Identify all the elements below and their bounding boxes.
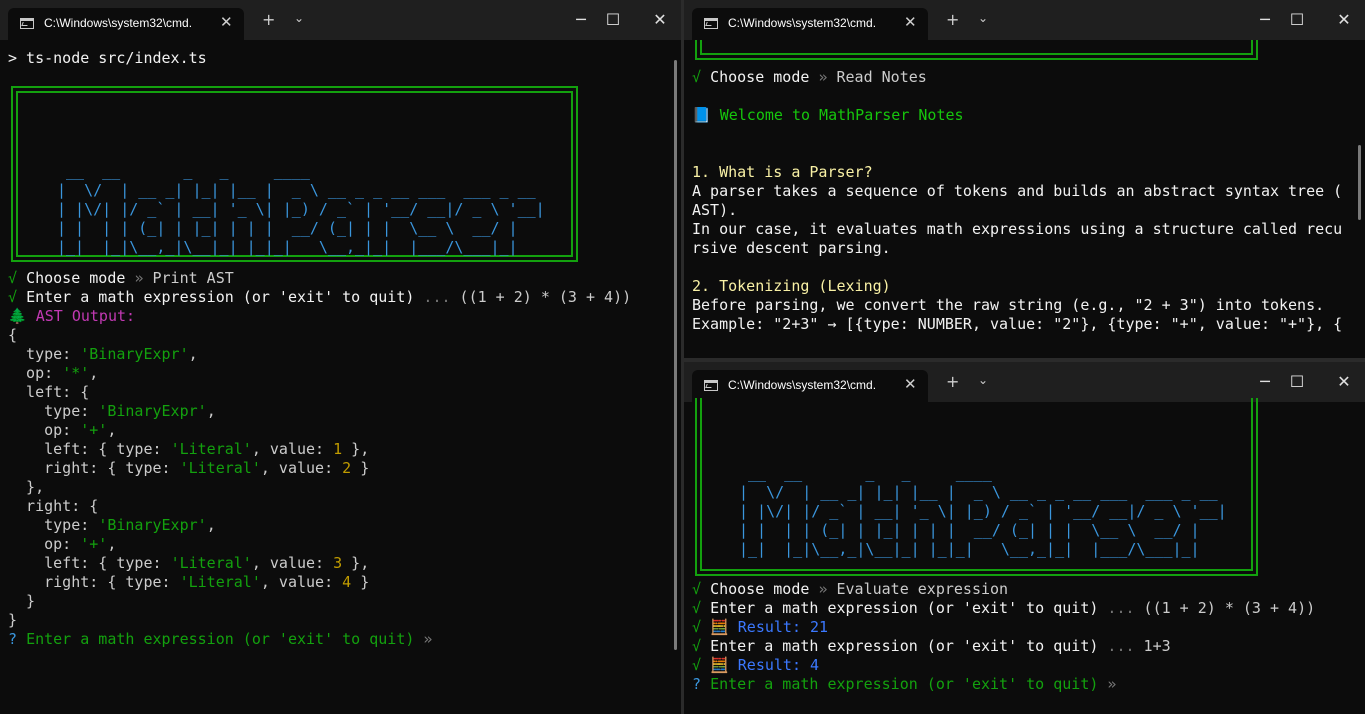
close-tab-icon[interactable]: ✕ — [904, 13, 917, 31]
tab-cmd[interactable]: C:\Windows\system32\cmd.e: ✕ — [692, 8, 928, 40]
tab-title: C:\Windows\system32\cmd.e: — [728, 378, 876, 392]
result-label: Result: — [737, 618, 801, 636]
new-tab-button[interactable]: + — [946, 372, 959, 391]
notes-text: Example: "2+3" → [{type: NUMBER, value: … — [692, 315, 1343, 333]
enter-expression-label: Enter a math expression (or 'exit' to qu… — [710, 599, 1099, 617]
abacus-icon: 🧮 — [710, 656, 729, 674]
maximize-button[interactable]: ☐ — [1282, 8, 1312, 32]
check-icon: √ — [692, 656, 702, 674]
ast-output-label: AST Output: — [35, 307, 136, 325]
result-label: Result: — [737, 656, 801, 674]
ellipsis: ... — [1107, 637, 1135, 655]
terminal-content[interactable]: > ts-node src/index.ts __ __ _ _ ____ | … — [0, 40, 681, 714]
welcome-heading: Welcome to MathParser Notes — [719, 106, 964, 124]
result-value: 4 — [810, 656, 820, 674]
minimize-button[interactable]: ─ — [566, 8, 596, 32]
new-tab-button[interactable]: + — [262, 10, 275, 29]
notes-text: In our case, it evaluates math expressio… — [692, 220, 1343, 238]
dropdown-button[interactable]: ⌄ — [978, 373, 988, 387]
cmd-icon — [704, 380, 718, 391]
terminal-content[interactable]: √ Choose mode » Read Notes 📘 Welcome to … — [684, 40, 1365, 358]
check-icon: √ — [692, 618, 702, 636]
separator: » — [818, 68, 828, 86]
question-icon: ? — [692, 675, 702, 693]
maximize-button[interactable]: ☐ — [1282, 370, 1312, 394]
terminal-content[interactable]: __ __ _ _ ____ | \/ | __ _| |_| |__ | _ … — [684, 398, 1365, 714]
close-tab-icon[interactable]: ✕ — [904, 375, 917, 393]
expression-value: ((1 + 2) * (3 + 4)) — [1143, 599, 1316, 617]
ellipsis: ... — [1107, 599, 1135, 617]
choose-mode-label: Choose mode — [710, 580, 810, 598]
title-bar: C:\Windows\system32\cmd.e: ✕ + ⌄ ─ ☐ ✕ — [0, 0, 681, 40]
check-icon: √ — [8, 288, 18, 306]
expression-value: 1+3 — [1143, 637, 1171, 655]
banner-ascii-art: __ __ _ _ ____ | \/ | __ _| |_| |__ | _ … — [57, 162, 554, 256]
tab-title: C:\Windows\system32\cmd.e: — [728, 16, 876, 30]
section-heading-1: 1. What is a Parser? — [692, 163, 873, 181]
notes-text: A parser takes a sequence of tokens and … — [692, 182, 1343, 200]
minimize-button[interactable]: ─ — [1250, 370, 1280, 394]
check-icon: √ — [692, 599, 702, 617]
notes-text: rsive descent parsing. — [692, 239, 891, 257]
check-icon: √ — [692, 637, 702, 655]
close-tab-icon[interactable]: ✕ — [220, 13, 233, 31]
scrollbar[interactable] — [1358, 145, 1361, 220]
mathparser-banner: __ __ _ _ ____ | \/ | __ _| |_| |__ | _ … — [695, 398, 1258, 576]
maximize-button[interactable]: ☐ — [598, 8, 628, 32]
bottom-right-terminal-window: C:\Windows\system32\cmd.e: ✕ + ⌄ ─ ☐ ✕ _… — [684, 362, 1365, 714]
minimize-button[interactable]: ─ — [1250, 8, 1280, 32]
notes-text: Before parsing, we convert the raw strin… — [692, 296, 1325, 314]
ast-output: { type: 'BinaryExpr', op: '*', left: { t… — [8, 326, 370, 629]
tab-title: C:\Windows\system32\cmd.e: — [44, 16, 192, 30]
mathparser-banner: __ __ _ _ ____ | \/ | __ _| |_| |__ | _ … — [11, 86, 578, 262]
cmd-icon — [20, 18, 34, 29]
scrollbar[interactable] — [674, 60, 677, 650]
book-icon: 📘 — [692, 106, 711, 124]
dropdown-button[interactable]: ⌄ — [978, 11, 988, 25]
choose-mode-value: Read Notes — [836, 68, 927, 86]
close-window-button[interactable]: ✕ — [1329, 370, 1359, 394]
prompt-arrow: » — [1107, 675, 1117, 693]
close-window-button[interactable]: ✕ — [1329, 8, 1359, 32]
new-tab-button[interactable]: + — [946, 10, 959, 29]
dropdown-button[interactable]: ⌄ — [294, 11, 304, 25]
command-line: > ts-node src/index.ts — [8, 49, 207, 67]
tree-icon: 🌲 — [8, 307, 27, 325]
section-heading-2: 2. Tokenizing (Lexing) — [692, 277, 891, 295]
check-icon: √ — [692, 68, 702, 86]
abacus-icon: 🧮 — [710, 618, 729, 636]
choose-mode-value: Evaluate expression — [836, 580, 1009, 598]
cmd-icon — [704, 18, 718, 29]
title-bar: C:\Windows\system32\cmd.e: ✕ + ⌄ ─ ☐ ✕ — [684, 0, 1365, 40]
top-right-terminal-window: C:\Windows\system32\cmd.e: ✕ + ⌄ ─ ☐ ✕ √… — [684, 0, 1365, 358]
close-window-button[interactable]: ✕ — [645, 8, 675, 32]
banner-ascii-art: __ __ _ _ ____ | \/ | __ _| |_| |__ | _ … — [739, 464, 1236, 558]
enter-expression-prompt: Enter a math expression (or 'exit' to qu… — [26, 630, 415, 648]
choose-mode-label: Choose mode — [710, 68, 810, 86]
check-icon: √ — [8, 269, 18, 287]
enter-expression-prompt: Enter a math expression (or 'exit' to qu… — [710, 675, 1099, 693]
enter-expression-label: Enter a math expression (or 'exit' to qu… — [710, 637, 1099, 655]
separator: » — [818, 580, 828, 598]
result-value: 21 — [810, 618, 829, 636]
banner-bottom-edge — [695, 40, 1258, 60]
question-icon: ? — [8, 630, 18, 648]
title-bar: C:\Windows\system32\cmd.e: ✕ + ⌄ ─ ☐ ✕ — [684, 362, 1365, 402]
check-icon: √ — [692, 580, 702, 598]
tab-cmd[interactable]: C:\Windows\system32\cmd.e: ✕ — [8, 8, 244, 40]
notes-text: AST). — [692, 201, 738, 219]
prompt-arrow: » — [423, 630, 433, 648]
left-terminal-window: C:\Windows\system32\cmd.e: ✕ + ⌄ ─ ☐ ✕ >… — [0, 0, 681, 714]
